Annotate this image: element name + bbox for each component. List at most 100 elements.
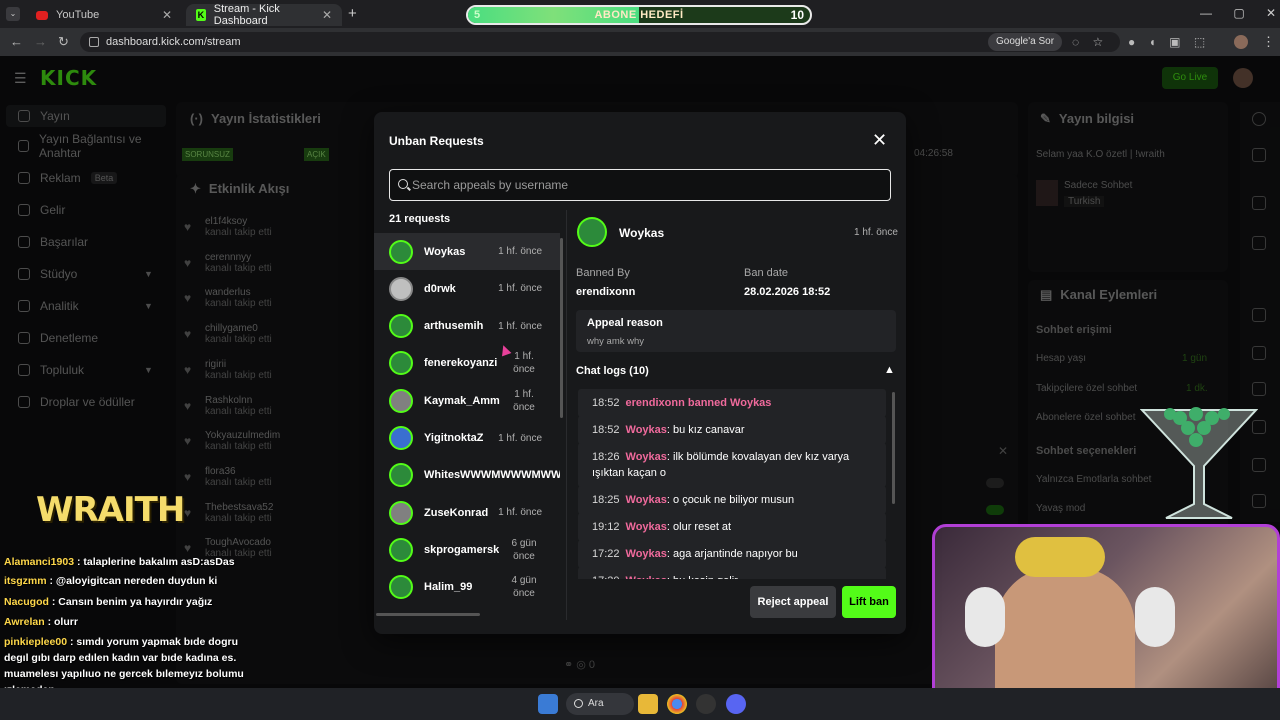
request-avatar [389, 537, 413, 562]
request-row[interactable]: skprogamersk 6 gün önce [374, 531, 560, 568]
close-tab-icon[interactable]: ✕ [162, 8, 172, 22]
chat-logs-list[interactable]: 18:52 erendixonn banned Woykas 18:52 Woykas… [576, 389, 892, 579]
request-avatar [389, 388, 413, 413]
ban-date-label: Ban date [744, 267, 789, 279]
list-scrollbar[interactable] [560, 238, 563, 418]
request-row[interactable]: YigitnoktaZ 1 hf. önce [374, 420, 560, 457]
request-username: d0rwk [424, 282, 456, 295]
discord-icon[interactable] [726, 694, 746, 714]
request-avatar [389, 575, 413, 600]
browser-menu-icon[interactable]: ⋮ [1262, 34, 1275, 50]
request-row[interactable]: fenerekoyanzi 1 hf. önce [374, 345, 560, 382]
overlay-chat-line: Alamanci1903 : talaplerine bakalım asD:a… [4, 556, 235, 568]
tab-title: Stream - Kick Dashboard [213, 3, 280, 27]
google-ask-button[interactable]: Google'a Sor [988, 33, 1063, 51]
tab-list-icon[interactable]: ⌄ [6, 7, 20, 21]
request-time: 1 hf. önce [513, 351, 535, 376]
tab-title: YouTube [56, 9, 100, 21]
chat-username: Awrelan [4, 616, 45, 628]
log-user: Woykas [625, 548, 667, 560]
reload-icon[interactable]: ↻ [58, 34, 69, 50]
request-username: Halim_99 [424, 581, 473, 594]
request-count: 21 requests [389, 213, 451, 225]
request-avatar [389, 463, 413, 488]
chat-log-entry: 18:25 Woykas: o çocuk ne biliyor musun [578, 486, 886, 514]
headphones [965, 587, 1005, 647]
chat-username: pinkieplee00 [4, 636, 68, 648]
selected-username: Woykas [619, 226, 665, 240]
overlay-chat-line: pinkieplee00 : sımdı yorum yapmak bıde d… [4, 636, 238, 648]
chat-username: itsgzmm [4, 575, 47, 587]
banned-by-label: Banned By [576, 267, 630, 279]
chat-log-entry: 17:22 Woykas: aga arjantinde napıyor bu [578, 540, 886, 568]
search-input[interactable] [412, 170, 882, 200]
overlay-chat-line: Awrelan : olurr [4, 616, 78, 628]
headphones [1135, 587, 1175, 647]
log-user: Woykas [625, 424, 667, 436]
request-row[interactable]: WhitesWWWMWWWMWW [374, 457, 560, 494]
profile-avatar[interactable] [1234, 35, 1248, 49]
request-row[interactable]: arthusemih 1 hf. önce [374, 308, 560, 345]
new-tab-button[interactable]: + [348, 5, 357, 22]
tab-kick-dashboard[interactable]: K Stream - Kick Dashboard ✕ [186, 3, 342, 27]
file-explorer-icon[interactable] [638, 694, 658, 714]
log-text: : bu kesin gelir [667, 575, 738, 579]
taskbar-search[interactable]: Ara [566, 693, 634, 715]
window-controls[interactable]: — ▢ ✕ [1200, 6, 1276, 20]
taskbar-search-label: Ara [588, 698, 604, 709]
request-row[interactable]: d0rwk 1 hf. önce [374, 270, 560, 307]
tab-youtube[interactable]: YouTube ✕ [26, 4, 182, 26]
reject-appeal-button[interactable]: Reject appeal [750, 586, 836, 618]
ban-date-value: 28.02.2026 18:52 [744, 286, 831, 298]
address-bar-icons[interactable]: ◌ ☆ [1072, 35, 1103, 49]
search-appeals-field[interactable] [389, 169, 891, 201]
request-username: skprogamersk [424, 543, 500, 556]
chat-log-entry: 18:52 erendixonn banned Woykas [578, 389, 886, 417]
chat-log-entry: 17:20 Woykas: bu kesin gelir [578, 567, 886, 579]
search-icon [398, 179, 408, 189]
wraith-logo: WRAITH [36, 490, 185, 530]
log-time: 18:25 [592, 494, 620, 506]
banned-by-value: erendixonn [576, 286, 636, 298]
search-icon [574, 699, 583, 708]
url-field[interactable]: dashboard.kick.com/stream [80, 32, 1120, 52]
steam-icon[interactable] [696, 694, 716, 714]
chevron-up-icon[interactable]: ▲ [884, 364, 895, 376]
log-time: 18:52 [592, 397, 620, 409]
site-info-icon[interactable] [89, 37, 99, 47]
chat-text: muamelesı yapılıuo ne gercek bılemeyız b… [4, 668, 244, 680]
close-icon[interactable]: ✕ [872, 131, 887, 149]
log-text: : olur reset at [666, 521, 732, 533]
log-user: Woykas [626, 575, 667, 579]
request-row[interactable]: ZuseKonrad 1 hf. önce [374, 494, 560, 531]
log-user: Woykas [625, 521, 667, 533]
chat-logs-title[interactable]: Chat logs (10) [576, 365, 649, 377]
martini-glass-overlay [1140, 407, 1258, 519]
lift-ban-button[interactable]: Lift ban [842, 586, 896, 618]
extension-icons[interactable]: ● ◖ ▣ ⬚ [1128, 35, 1205, 49]
log-user: Woykas [625, 451, 667, 463]
log-time: 19:12 [592, 521, 620, 533]
log-user: Woykas [625, 494, 667, 506]
request-username: WhitesWWWMWWWMWW [424, 469, 560, 482]
chat-text: : olurr [44, 616, 78, 628]
request-avatar [389, 239, 413, 264]
request-row[interactable]: Halim_99 4 gün önce [374, 569, 560, 606]
request-time: 4 gün önce [511, 575, 537, 600]
request-time: 1 hf. önce [498, 507, 542, 519]
list-horizontal-scrollbar[interactable] [376, 613, 480, 616]
back-icon[interactable]: ← [10, 34, 23, 49]
windows-start-icon[interactable] [538, 694, 558, 714]
selected-user-avatar [577, 217, 607, 247]
appeal-reason-label: Appeal reason [587, 317, 663, 329]
request-username: Kaymak_Amm [424, 394, 500, 407]
request-list[interactable]: Woykas 1 hf. önce d0rwk 1 hf. önce arthusemi… [374, 233, 562, 617]
request-username: fenerekoyanzi [424, 357, 498, 370]
request-row[interactable]: Woykas 1 hf. önce [374, 233, 560, 270]
request-row[interactable]: Kaymak_Amm 1 hf. önce [374, 382, 560, 419]
forward-icon[interactable]: → [34, 34, 47, 49]
logs-scrollbar[interactable] [892, 392, 895, 504]
chrome-icon[interactable] [667, 694, 687, 714]
request-time: 1 hf. önce [498, 320, 542, 332]
close-tab-icon[interactable]: ✕ [322, 8, 332, 22]
